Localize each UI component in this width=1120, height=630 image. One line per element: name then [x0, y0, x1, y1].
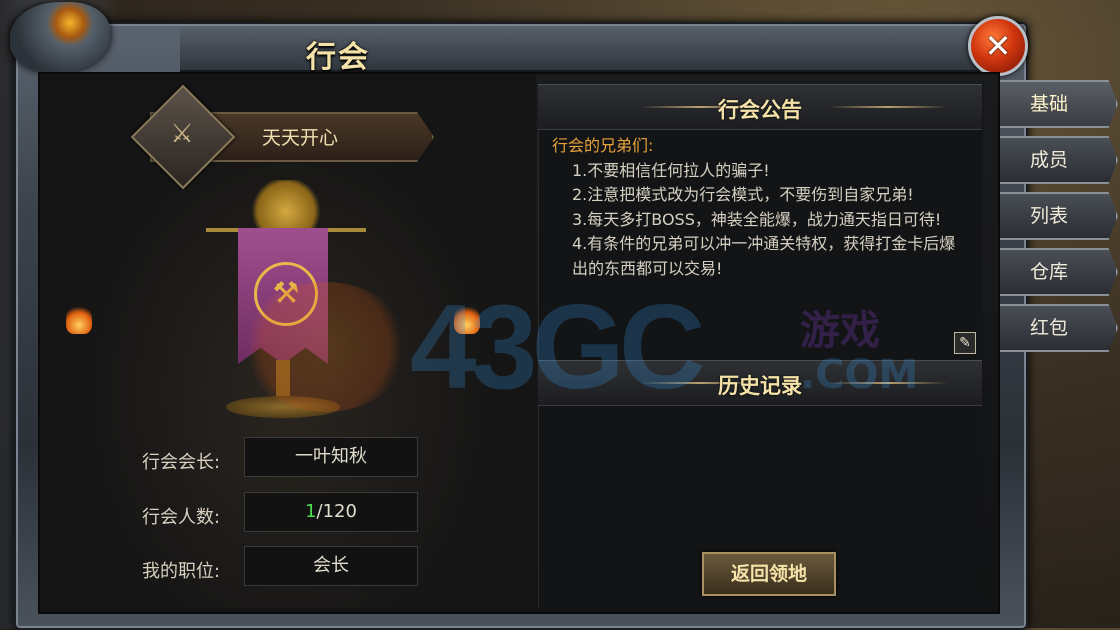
tab-members[interactable]: 成员: [1000, 136, 1118, 184]
position-label: 我的职位:: [142, 561, 221, 582]
return-territory-button[interactable]: 返回领地: [702, 552, 836, 596]
dragon-head-ornament: [10, 2, 110, 72]
tab-warehouse[interactable]: 仓库: [1000, 248, 1118, 296]
close-icon: ✕: [984, 27, 1012, 65]
position-value: 会长: [244, 546, 418, 586]
notice-line: 3.每天多打BOSS，神装全能爆，战力通天指日可待!: [572, 209, 942, 229]
crossed-axes-icon: ⚔: [170, 119, 194, 149]
dragon-crest-icon: [250, 180, 322, 232]
member-count-max: /120: [316, 501, 357, 522]
tab-list[interactable]: 列表: [1000, 192, 1118, 240]
torch-icon: [66, 304, 92, 334]
notice-greeting: 行会的兄弟们:: [552, 136, 654, 155]
member-count-value: 1/120: [244, 492, 418, 532]
torch-icon: [454, 304, 480, 334]
close-button[interactable]: ✕: [968, 16, 1028, 76]
notice-body: 行会的兄弟们: 1.不要相信任何拉人的骗子! 2.注意把模式改为行会模式，不要伤…: [552, 134, 962, 281]
leader-value: 一叶知秋: [244, 437, 418, 477]
notice-title: 行会公告: [718, 97, 802, 122]
banner-stand: [276, 360, 290, 400]
member-count-current: 1: [305, 501, 317, 522]
notice-line: 1.不要相信任何拉人的骗子!: [572, 160, 770, 180]
edit-icon[interactable]: ✎: [954, 332, 976, 354]
tab-red-packet[interactable]: 红包: [1000, 304, 1118, 352]
window-title: 行会: [306, 40, 370, 75]
history-title: 历史记录: [718, 373, 802, 398]
banner-base: [226, 396, 340, 418]
member-count-label: 行会人数:: [142, 507, 221, 528]
leader-label: 行会会长:: [142, 452, 221, 473]
notice-line: 2.注意把模式改为行会模式，不要伤到自家兄弟!: [572, 185, 914, 204]
notice-line: 4.有条件的兄弟可以冲一冲通关特权，获得打金卡后爆出的东西都可以交易!: [572, 234, 956, 278]
tab-basic[interactable]: 基础: [1000, 80, 1118, 128]
guild-name: 天天开心: [261, 127, 338, 149]
title-bar: [180, 28, 980, 72]
axe-emblem-icon: ⚒: [254, 262, 318, 326]
